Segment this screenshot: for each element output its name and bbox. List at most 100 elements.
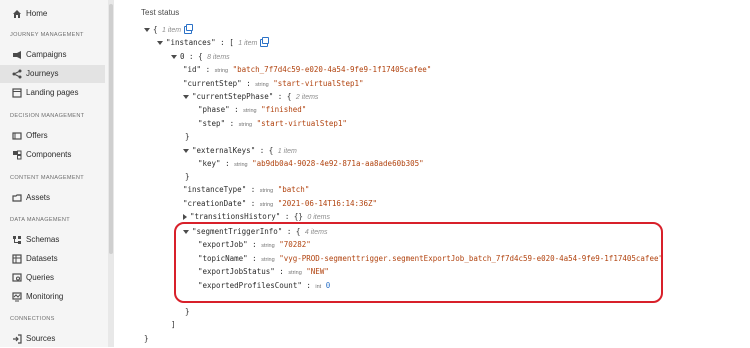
json-key: "phase" bbox=[198, 105, 230, 114]
nav-components[interactable]: Components bbox=[0, 146, 105, 164]
nav-queries[interactable]: Queries bbox=[0, 269, 105, 287]
json-value: "start-virtualStep1" bbox=[256, 119, 347, 128]
json-count: 8 items bbox=[207, 54, 230, 61]
json-bracket: [ bbox=[229, 38, 234, 47]
json-step-row[interactable]: "step" : string "start-virtualStep1" bbox=[198, 119, 347, 128]
offers-icon bbox=[12, 132, 22, 140]
json-currentstep-row[interactable]: "currentStep" : string "start-virtualSte… bbox=[183, 79, 364, 88]
json-count: 0 items bbox=[307, 214, 330, 221]
section-content-management: CONTENT MANAGEMENT bbox=[10, 175, 84, 181]
copy-icon[interactable] bbox=[184, 24, 194, 34]
json-index0-row[interactable]: 0 : { 8 items bbox=[171, 52, 230, 61]
json-count: 2 items bbox=[295, 94, 319, 101]
json-type: string bbox=[243, 108, 257, 114]
json-key: "key" bbox=[198, 159, 221, 168]
nav-monitoring[interactable]: Monitoring bbox=[0, 288, 105, 306]
json-key: "externalKeys" bbox=[192, 146, 256, 155]
nav-monitoring-label: Monitoring bbox=[26, 292, 64, 301]
nav-home[interactable]: Home bbox=[0, 5, 105, 23]
json-key: "step" bbox=[198, 119, 226, 128]
nav-journeys-label: Journeys bbox=[26, 69, 59, 78]
nav-datasets-label: Datasets bbox=[26, 254, 58, 263]
json-value: "batch_7f7d4c59-e020-4a54-9fe9-1f17405ca… bbox=[232, 65, 432, 74]
json-value: "finished" bbox=[261, 105, 307, 114]
section-decision-management: DECISION MANAGEMENT bbox=[10, 113, 85, 119]
collapse-icon[interactable] bbox=[183, 95, 189, 99]
schema-icon bbox=[13, 236, 21, 244]
landing-page-icon bbox=[12, 88, 22, 98]
json-count: 1 item bbox=[162, 27, 182, 34]
collapse-icon[interactable] bbox=[171, 55, 177, 59]
json-count: 1 item bbox=[238, 40, 258, 47]
json-type: string bbox=[214, 68, 229, 74]
section-journey-management: JOURNEY MANAGEMENT bbox=[10, 32, 84, 38]
nav-offers-label: Offers bbox=[26, 131, 48, 140]
nav-offers[interactable]: Offers bbox=[0, 127, 105, 145]
json-close-brace: } bbox=[185, 132, 190, 141]
nav-schemas-label: Schemas bbox=[26, 235, 60, 244]
json-externalkeys-row[interactable]: "externalKeys" : { 1 item bbox=[183, 146, 297, 155]
json-brace: { bbox=[198, 52, 203, 61]
dataset-icon bbox=[12, 254, 22, 264]
nav-landing-pages-label: Landing pages bbox=[26, 88, 79, 97]
json-value: "start-virtualStep1" bbox=[273, 79, 364, 88]
test-status-title: Test status bbox=[141, 8, 180, 17]
json-type: string bbox=[259, 202, 274, 208]
json-close-brace: } bbox=[185, 307, 190, 316]
monitoring-icon bbox=[12, 292, 22, 302]
json-instances-row[interactable]: "instances" : [ 1 item bbox=[157, 37, 270, 47]
json-key-row[interactable]: "key" : string "ab9db0a4-9028-4e92-871a-… bbox=[198, 159, 424, 168]
nav-datasets[interactable]: Datasets bbox=[0, 250, 105, 268]
section-connections: CONNECTIONS bbox=[10, 316, 55, 322]
nav-campaigns[interactable]: Campaigns bbox=[0, 46, 105, 64]
json-close-bracket: ] bbox=[171, 320, 176, 329]
nav-landing-pages[interactable]: Landing pages bbox=[0, 84, 105, 102]
collapse-icon[interactable] bbox=[144, 28, 150, 32]
json-id-row[interactable]: "id" : string "batch_7f7d4c59-e020-4a54-… bbox=[183, 65, 431, 74]
journey-icon bbox=[12, 69, 22, 79]
json-brace: { bbox=[268, 146, 274, 155]
json-value: "batch" bbox=[277, 185, 310, 194]
json-key: "currentStep" bbox=[183, 79, 242, 88]
json-root-row[interactable]: { 1 item bbox=[144, 24, 194, 34]
json-key: "currentStepPhase" bbox=[192, 92, 274, 101]
nav-sources[interactable]: Sources bbox=[0, 330, 105, 348]
json-instancetype-row[interactable]: "instanceType" : string "batch" bbox=[183, 185, 309, 194]
nav-home-label: Home bbox=[26, 9, 48, 18]
megaphone-icon bbox=[13, 51, 21, 59]
collapse-icon[interactable] bbox=[183, 149, 189, 153]
home-icon bbox=[13, 10, 21, 18]
json-close-brace: } bbox=[185, 172, 190, 181]
json-key: 0 bbox=[180, 52, 185, 61]
json-creationdate-row[interactable]: "creationDate" : string "2021-06-14T16:1… bbox=[183, 199, 377, 208]
collapse-icon[interactable] bbox=[157, 41, 163, 45]
section-data-management: DATA MANAGEMENT bbox=[10, 217, 70, 223]
nav-schemas[interactable]: Schemas bbox=[0, 231, 105, 249]
expand-icon[interactable] bbox=[183, 214, 187, 220]
copy-icon[interactable] bbox=[260, 37, 270, 47]
components-icon bbox=[13, 150, 22, 160]
json-key: "instanceType" bbox=[183, 185, 247, 194]
sources-icon bbox=[13, 334, 22, 344]
nav-campaigns-label: Campaigns bbox=[26, 50, 67, 59]
json-key: "instances" bbox=[166, 38, 216, 47]
json-key: "transitionsHistory" bbox=[190, 212, 281, 221]
json-type: string bbox=[255, 82, 269, 88]
nav-journeys[interactable]: Journeys bbox=[0, 65, 105, 83]
assets-icon bbox=[12, 194, 22, 202]
json-brace: {} bbox=[293, 212, 303, 221]
json-brace: { bbox=[153, 25, 158, 34]
json-value: "2021-06-14T16:14:36Z" bbox=[277, 199, 378, 208]
nav-assets-label: Assets bbox=[26, 193, 51, 202]
json-currentstepphase-row[interactable]: "currentStepPhase" : { 2 items bbox=[183, 92, 318, 101]
json-type: string bbox=[234, 162, 248, 168]
nav-queries-label: Queries bbox=[26, 273, 55, 282]
json-phase-row[interactable]: "phase" : string "finished" bbox=[198, 105, 306, 114]
nav-assets[interactable]: Assets bbox=[0, 189, 105, 207]
json-key: "creationDate" bbox=[183, 199, 247, 208]
json-transitionshistory-row[interactable]: "transitionsHistory" : {} 0 items bbox=[183, 212, 330, 221]
json-type: string bbox=[259, 188, 274, 194]
json-type: string bbox=[238, 122, 253, 128]
json-value: "ab9db0a4-9028-4e92-871a-aa8ade60b305" bbox=[252, 159, 424, 168]
sidebar-scrollbar-thumb[interactable] bbox=[109, 4, 113, 254]
